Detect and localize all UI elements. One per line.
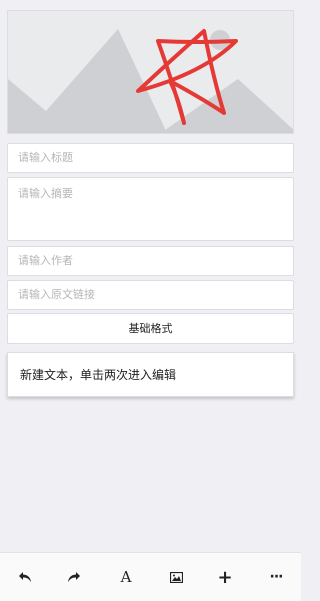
summary-input[interactable]: 请输入摘要 (7, 177, 294, 241)
title-input[interactable]: 请输入标题 (7, 143, 294, 173)
cover-image-placeholder[interactable] (7, 10, 294, 134)
image-icon (169, 571, 183, 583)
basic-format-button[interactable]: 基础格式 (7, 313, 294, 344)
more-button[interactable]: ··· (258, 553, 294, 601)
font-style-button[interactable]: A (108, 553, 144, 601)
new-text-block[interactable]: 新建文本，单击两次进入编辑 (7, 352, 294, 397)
redo-icon (68, 572, 80, 582)
more-icon: ··· (269, 569, 284, 585)
author-input[interactable]: 请输入作者 (7, 246, 294, 276)
add-block-button[interactable]: + (207, 553, 243, 601)
redo-button[interactable] (56, 553, 92, 601)
plus-icon: + (217, 566, 233, 588)
bottom-toolbar: A + ··· (0, 552, 301, 601)
source-link-input[interactable]: 请输入原文链接 (7, 280, 294, 310)
undo-button[interactable] (7, 553, 43, 601)
font-icon: A (120, 568, 132, 586)
cover-image-icon (8, 29, 293, 133)
insert-image-button[interactable] (158, 553, 194, 601)
undo-icon (19, 572, 31, 582)
